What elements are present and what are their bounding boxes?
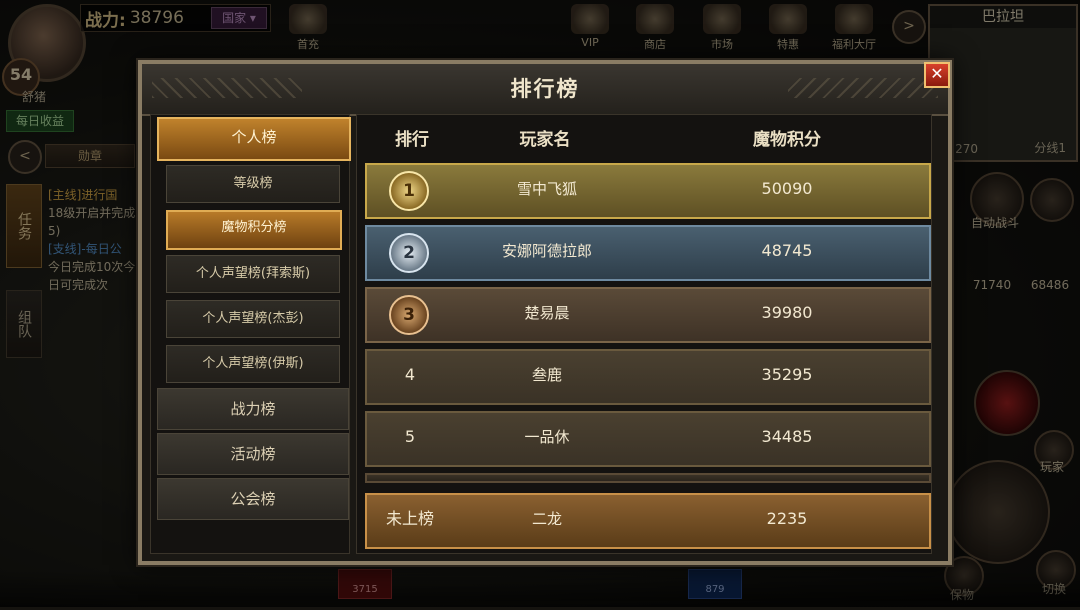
gold-rank-badge-icon: 1 [389, 171, 429, 211]
player-name-cell: 楚易晨 [524, 304, 570, 322]
bronze-rank-badge-icon: 3 [389, 295, 429, 335]
category-activity[interactable]: 活动榜 [157, 433, 349, 475]
player-name-cell: 安娜阿德拉郎 [501, 242, 592, 260]
rank-cell: 4 [404, 365, 416, 384]
column-header-rank: 排行 [395, 130, 429, 150]
table-row[interactable]: 3 楚易晨 39980 [365, 287, 931, 343]
category-list: 个人榜 等级榜 魔物积分榜 个人声望榜(拜索斯) 个人声望榜(杰彭) 个人声望榜… [150, 114, 351, 554]
ranking-table: 排行 玩家名 魔物积分 1 雪中飞狐 50090 2 安娜阿德拉郎 48745 … [356, 114, 932, 554]
score-cell: 34485 [761, 427, 813, 446]
score-cell: 35295 [761, 365, 813, 384]
sub-category-reputation-baisuosi[interactable]: 个人声望榜(拜索斯) [166, 255, 340, 293]
player-name-cell: 雪中飞狐 [516, 180, 577, 198]
sub-category-level[interactable]: 等级榜 [166, 165, 340, 203]
table-row[interactable]: 4 叁鹿 35295 [365, 349, 931, 405]
dialog-title: 排行榜 [510, 77, 580, 101]
player-name-cell: 一品休 [524, 428, 570, 446]
category-combat-power[interactable]: 战力榜 [157, 388, 349, 430]
sub-category-reputation-jiepeng[interactable]: 个人声望榜(杰彭) [166, 300, 340, 338]
column-header-player: 玩家名 [519, 130, 571, 150]
silver-rank-badge-icon: 2 [389, 233, 429, 273]
leaderboard-dialog: 排行榜 ✕ 个人榜 等级榜 魔物积分榜 个人声望榜(拜索斯) 个人声望榜(杰彭)… [138, 60, 952, 565]
my-name-cell: 二龙 [531, 510, 562, 528]
dialog-header: 排行榜 ✕ [142, 62, 950, 116]
player-name-cell: 叁鹿 [531, 366, 562, 384]
score-cell: 39980 [761, 303, 813, 322]
sub-category-monster-points[interactable]: 魔物积分榜 [166, 210, 342, 250]
sub-category-reputation-yisi[interactable]: 个人声望榜(伊斯) [166, 345, 340, 383]
category-guild[interactable]: 公会榜 [157, 478, 349, 520]
close-icon[interactable]: ✕ [924, 62, 950, 88]
my-score-cell: 2235 [766, 509, 808, 528]
category-personal[interactable]: 个人榜 [157, 117, 351, 161]
my-rank-row[interactable]: 未上榜 二龙 2235 [365, 493, 931, 549]
my-rank-cell: 未上榜 [385, 509, 434, 528]
column-header-score: 魔物积分 [753, 130, 821, 150]
score-cell: 50090 [761, 179, 813, 198]
table-row-partial [365, 473, 931, 483]
table-row[interactable]: 1 雪中飞狐 50090 [365, 163, 931, 219]
score-cell: 48745 [761, 241, 813, 260]
rank-cell: 5 [404, 427, 416, 446]
table-row[interactable]: 5 一品休 34485 [365, 411, 931, 467]
table-row[interactable]: 2 安娜阿德拉郎 48745 [365, 225, 931, 281]
